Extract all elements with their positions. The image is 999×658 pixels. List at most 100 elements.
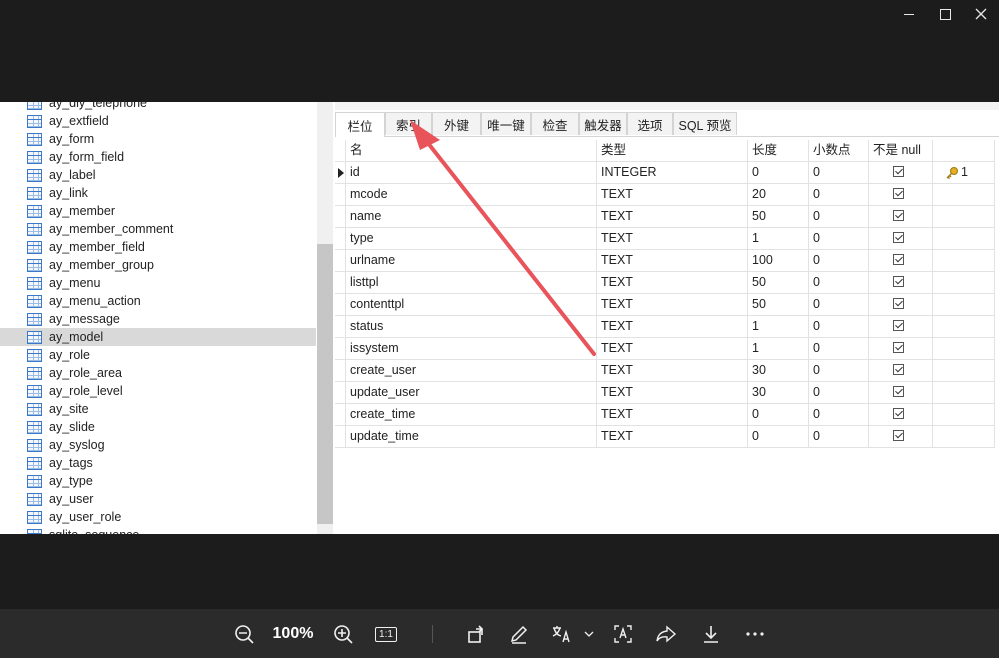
field-name-cell[interactable]: issystem	[346, 338, 597, 360]
field-type-cell[interactable]: INTEGER	[597, 162, 748, 184]
notnull-checkbox[interactable]	[893, 188, 904, 199]
tree-item-table[interactable]: ay_type	[0, 472, 316, 490]
notnull-checkbox[interactable]	[893, 320, 904, 331]
field-type-cell[interactable]: TEXT	[597, 316, 748, 338]
field-row[interactable]: status TEXT 1 0	[335, 316, 995, 338]
field-length-cell[interactable]: 50	[748, 294, 809, 316]
tab-item[interactable]: 触发器	[579, 112, 627, 135]
field-type-cell[interactable]: TEXT	[597, 404, 748, 426]
notnull-checkbox[interactable]	[893, 342, 904, 353]
field-name-cell[interactable]: update_time	[346, 426, 597, 448]
field-row[interactable]: name TEXT 50 0	[335, 206, 995, 228]
field-key-cell[interactable]	[933, 250, 995, 272]
field-length-cell[interactable]: 1	[748, 228, 809, 250]
tree-item-table[interactable]: ay_slide	[0, 418, 316, 436]
field-decimal-cell[interactable]: 0	[809, 316, 869, 338]
field-key-cell[interactable]	[933, 360, 995, 382]
zoom-out-button[interactable]	[232, 621, 256, 647]
field-decimal-cell[interactable]: 0	[809, 338, 869, 360]
field-name-cell[interactable]: create_user	[346, 360, 597, 382]
notnull-checkbox[interactable]	[893, 166, 904, 177]
field-key-cell[interactable]	[933, 404, 995, 426]
field-length-cell[interactable]: 30	[748, 360, 809, 382]
field-row[interactable]: update_user TEXT 30 0	[335, 382, 995, 404]
field-length-cell[interactable]: 1	[748, 316, 809, 338]
field-key-cell[interactable]	[933, 338, 995, 360]
notnull-checkbox[interactable]	[893, 364, 904, 375]
field-row[interactable]: update_time TEXT 0 0	[335, 426, 995, 448]
field-key-cell[interactable]: 1	[933, 162, 995, 184]
tree-item-table[interactable]: ay_link	[0, 184, 316, 202]
field-row[interactable]: issystem TEXT 1 0	[335, 338, 995, 360]
field-length-cell[interactable]: 30	[748, 382, 809, 404]
field-key-cell[interactable]	[933, 206, 995, 228]
field-name-cell[interactable]: status	[346, 316, 597, 338]
notnull-checkbox[interactable]	[893, 254, 904, 265]
notnull-checkbox[interactable]	[893, 210, 904, 221]
translate-button[interactable]	[550, 621, 574, 647]
tree-item-table[interactable]: ay_site	[0, 400, 316, 418]
field-decimal-cell[interactable]: 0	[809, 426, 869, 448]
tree-item-table[interactable]: sqlite_sequence	[0, 526, 316, 534]
field-decimal-cell[interactable]: 0	[809, 404, 869, 426]
field-name-cell[interactable]: name	[346, 206, 597, 228]
field-decimal-cell[interactable]: 0	[809, 382, 869, 404]
tree-item-table[interactable]: ay_tags	[0, 454, 316, 472]
field-row[interactable]: type TEXT 1 0	[335, 228, 995, 250]
tab-item[interactable]: 索引	[385, 112, 432, 135]
grid-header-cell[interactable]: 名	[346, 140, 597, 162]
field-row[interactable]: mcode TEXT 20 0	[335, 184, 995, 206]
tree-item-table[interactable]: ay_message	[0, 310, 316, 328]
field-decimal-cell[interactable]: 0	[809, 162, 869, 184]
field-key-cell[interactable]	[933, 272, 995, 294]
field-type-cell[interactable]: TEXT	[597, 426, 748, 448]
tab-item[interactable]: 唯一键	[481, 112, 531, 135]
actual-size-button[interactable]: 1:1	[374, 621, 398, 647]
field-name-cell[interactable]: listtpl	[346, 272, 597, 294]
field-key-cell[interactable]	[933, 316, 995, 338]
field-name-cell[interactable]: type	[346, 228, 597, 250]
translate-dropdown[interactable]	[583, 621, 595, 647]
field-name-cell[interactable]: mcode	[346, 184, 597, 206]
tree-item-table[interactable]: ay_member	[0, 202, 316, 220]
field-decimal-cell[interactable]: 0	[809, 360, 869, 382]
field-decimal-cell[interactable]: 0	[809, 228, 869, 250]
tree-item-table[interactable]: ay_extfield	[0, 112, 316, 130]
grid-header-cell[interactable]: 不是 null	[869, 140, 933, 162]
notnull-checkbox[interactable]	[893, 408, 904, 419]
tree-item-table[interactable]: ay_label	[0, 166, 316, 184]
field-row[interactable]: urlname TEXT 100 0	[335, 250, 995, 272]
field-type-cell[interactable]: TEXT	[597, 228, 748, 250]
field-type-cell[interactable]: TEXT	[597, 294, 748, 316]
field-name-cell[interactable]: create_time	[346, 404, 597, 426]
field-row[interactable]: create_time TEXT 0 0	[335, 404, 995, 426]
tree-item-table[interactable]: ay_menu_action	[0, 292, 316, 310]
field-decimal-cell[interactable]: 0	[809, 294, 869, 316]
field-decimal-cell[interactable]: 0	[809, 272, 869, 294]
download-button[interactable]	[699, 621, 723, 647]
rotate-button[interactable]	[464, 621, 488, 647]
tab-item[interactable]: 检查	[531, 112, 579, 135]
maximize-button[interactable]	[927, 0, 963, 28]
field-key-cell[interactable]	[933, 294, 995, 316]
field-length-cell[interactable]: 100	[748, 250, 809, 272]
field-length-cell[interactable]: 1	[748, 338, 809, 360]
tree-item-table[interactable]: ay_member_comment	[0, 220, 316, 238]
field-length-cell[interactable]: 0	[748, 162, 809, 184]
field-length-cell[interactable]: 50	[748, 272, 809, 294]
field-length-cell[interactable]: 20	[748, 184, 809, 206]
notnull-checkbox[interactable]	[893, 276, 904, 287]
tree-item-table[interactable]: ay_member_group	[0, 256, 316, 274]
tree-item-table[interactable]: ay_member_field	[0, 238, 316, 256]
notnull-checkbox[interactable]	[893, 298, 904, 309]
field-key-cell[interactable]	[933, 382, 995, 404]
tree-item-table[interactable]: ay_role_level	[0, 382, 316, 400]
field-type-cell[interactable]: TEXT	[597, 184, 748, 206]
close-button[interactable]	[963, 0, 999, 28]
field-decimal-cell[interactable]: 0	[809, 250, 869, 272]
field-length-cell[interactable]: 0	[748, 426, 809, 448]
field-decimal-cell[interactable]: 0	[809, 184, 869, 206]
tab-item[interactable]: 栏位	[335, 112, 385, 137]
field-type-cell[interactable]: TEXT	[597, 272, 748, 294]
tree-item-table[interactable]: ay_syslog	[0, 436, 316, 454]
